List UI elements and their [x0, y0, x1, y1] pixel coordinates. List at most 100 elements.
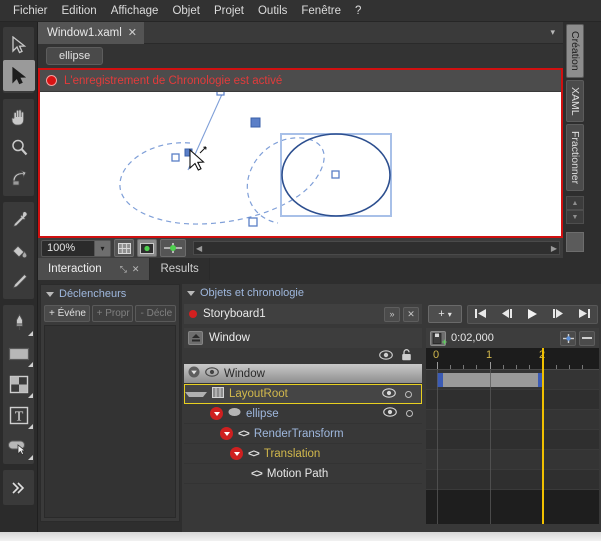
tree-row-translation[interactable]: <> Translation: [184, 444, 422, 464]
menu-item-edition[interactable]: Edition: [55, 2, 104, 20]
motion-path-curve[interactable]: [119, 137, 325, 225]
menu-item-help[interactable]: ?: [348, 2, 368, 20]
scope-up-bar[interactable]: Window: [184, 328, 422, 348]
paint-bucket-tool[interactable]: [3, 235, 35, 266]
selection-tool[interactable]: [3, 29, 35, 60]
caret-icon[interactable]: [184, 447, 243, 460]
timeline-options-icon[interactable]: [579, 330, 595, 346]
timeline-playhead[interactable]: [542, 348, 544, 524]
caret-icon[interactable]: [184, 427, 233, 440]
close-storyboard-icon[interactable]: ✕: [403, 306, 419, 322]
triggers-list[interactable]: [44, 325, 176, 518]
scroll-down-icon[interactable]: ▼: [566, 210, 584, 224]
tab-fractionner[interactable]: Fractionner: [566, 124, 584, 192]
new-storyboard-button[interactable]: + ▾: [428, 305, 462, 323]
eye-icon[interactable]: [205, 367, 219, 380]
caret-icon[interactable]: [184, 366, 200, 381]
chevron-down-icon[interactable]: ▾: [550, 27, 563, 38]
timeline-lane-translation[interactable]: [426, 450, 599, 470]
chevron-down-icon[interactable]: ▾: [448, 310, 452, 319]
layout-panel-tool[interactable]: [3, 369, 35, 400]
timeline-lane-ellipse[interactable]: [426, 410, 599, 430]
tree-row-ellipse[interactable]: ellipse: [184, 404, 422, 424]
timeline-lane-rendertransform[interactable]: [426, 430, 599, 450]
next-frame-button[interactable]: [552, 309, 564, 320]
go-to-end-button[interactable]: [578, 309, 590, 320]
document-tab-window1[interactable]: Window1.xaml ✕: [38, 21, 144, 44]
add-property-trigger-button[interactable]: + Propr: [91, 305, 134, 322]
pen-tool-flyout-indicator[interactable]: [28, 331, 33, 336]
chevron-down-icon[interactable]: [187, 290, 195, 296]
caret-icon[interactable]: [184, 407, 223, 420]
scroll-left-icon[interactable]: ◀: [196, 244, 202, 253]
eye-icon[interactable]: [383, 407, 397, 420]
pen-tool[interactable]: [3, 307, 35, 338]
tree-row-layoutroot[interactable]: LayoutRoot: [184, 384, 422, 404]
tree-row-window[interactable]: Window: [184, 364, 422, 384]
path-node-left[interactable]: [171, 153, 180, 162]
tab-interaction[interactable]: Interaction ⤡ ✕: [38, 258, 151, 280]
pan-tool[interactable]: [3, 101, 35, 132]
expanded-animated-caret[interactable]: [210, 407, 223, 420]
record-keyframe-icon[interactable]: +: [430, 330, 447, 347]
menu-item-fichier[interactable]: Fichier: [6, 2, 55, 20]
artboard-canvas[interactable]: [40, 92, 561, 236]
scroll-up-icon[interactable]: ▲: [566, 196, 584, 210]
snap-keyframes-icon[interactable]: [560, 330, 576, 346]
button-control-tool[interactable]: [3, 431, 35, 462]
tab-results[interactable]: Results: [150, 258, 210, 280]
float-icon[interactable]: ⤡: [120, 264, 127, 275]
lock-toggle-icon[interactable]: [406, 410, 413, 417]
vertical-scroll-thumb[interactable]: [566, 232, 584, 252]
path-node-center[interactable]: [331, 170, 340, 179]
add-event-trigger-button[interactable]: + Événe: [44, 305, 90, 322]
path-node-bottom[interactable]: [248, 217, 258, 227]
menu-item-objet[interactable]: Objet: [165, 2, 207, 20]
objects-panel-header[interactable]: Objets et chronologie: [182, 284, 601, 302]
layout-panel-tool-flyout-indicator[interactable]: [28, 393, 33, 398]
timeline-lane-layoutroot[interactable]: [426, 390, 599, 410]
chevron-down-icon[interactable]: ▾: [94, 240, 110, 256]
text-tool[interactable]: T: [3, 400, 35, 431]
menu-item-fenetre[interactable]: Fenêtre: [294, 2, 348, 20]
caret-icon[interactable]: [185, 391, 207, 397]
snap-to-grid-button[interactable]: [137, 239, 157, 257]
menu-item-outils[interactable]: Outils: [251, 2, 294, 20]
button-control-tool-flyout-indicator[interactable]: [28, 455, 33, 460]
menu-item-projet[interactable]: Projet: [207, 2, 251, 20]
storyboard-list-icon[interactable]: »: [384, 306, 400, 322]
artboard-horizontal-scrollbar[interactable]: ◀ ▶: [193, 241, 560, 255]
menu-item-affichage[interactable]: Affichage: [104, 2, 166, 20]
triggers-panel-header[interactable]: Déclencheurs: [41, 285, 179, 303]
remove-trigger-button[interactable]: - Décle: [135, 305, 176, 322]
timeline-tracks[interactable]: 0 1 2: [426, 348, 599, 524]
tree-row-rendertransform[interactable]: <> RenderTransform: [184, 424, 422, 444]
path-node-handle-top[interactable]: [216, 92, 225, 96]
camera-orbit-tool[interactable]: [3, 163, 35, 194]
more-tools-button[interactable]: [3, 472, 35, 503]
eye-icon[interactable]: [382, 387, 396, 401]
direct-selection-tool[interactable]: [3, 60, 35, 91]
storyboard-selector[interactable]: Storyboard1 » ✕: [184, 304, 422, 324]
close-icon[interactable]: ✕: [132, 264, 140, 275]
timeline-lane-motionpath[interactable]: [426, 373, 599, 490]
go-to-start-button[interactable]: [475, 309, 487, 320]
tab-xaml[interactable]: XAML: [566, 79, 584, 123]
lock-toggle-icon[interactable]: [405, 390, 412, 398]
previous-frame-button[interactable]: [501, 309, 513, 320]
play-button[interactable]: [527, 308, 538, 321]
snap-to-snaplines-button[interactable]: [160, 239, 186, 257]
timeline-ruler[interactable]: 0 1 2: [426, 348, 599, 370]
scope-up-icon[interactable]: [188, 331, 203, 345]
rectangle-tool[interactable]: [3, 338, 35, 369]
tab-creation[interactable]: Création: [566, 24, 584, 78]
text-tool-flyout-indicator[interactable]: [28, 424, 33, 429]
artboard-zoom-select[interactable]: 100% ▾: [41, 239, 111, 257]
expanded-animated-caret[interactable]: [230, 447, 243, 460]
scroll-right-icon[interactable]: ▶: [551, 244, 557, 253]
breadcrumb-item-ellipse[interactable]: ellipse: [46, 47, 104, 65]
rectangle-tool-flyout-indicator[interactable]: [28, 362, 33, 367]
tree-row-motion-path[interactable]: <> Motion Path: [184, 464, 422, 484]
artboard-vertical-scrollbar[interactable]: ▲ ▼: [566, 196, 584, 224]
brush-tool[interactable]: [3, 266, 35, 297]
